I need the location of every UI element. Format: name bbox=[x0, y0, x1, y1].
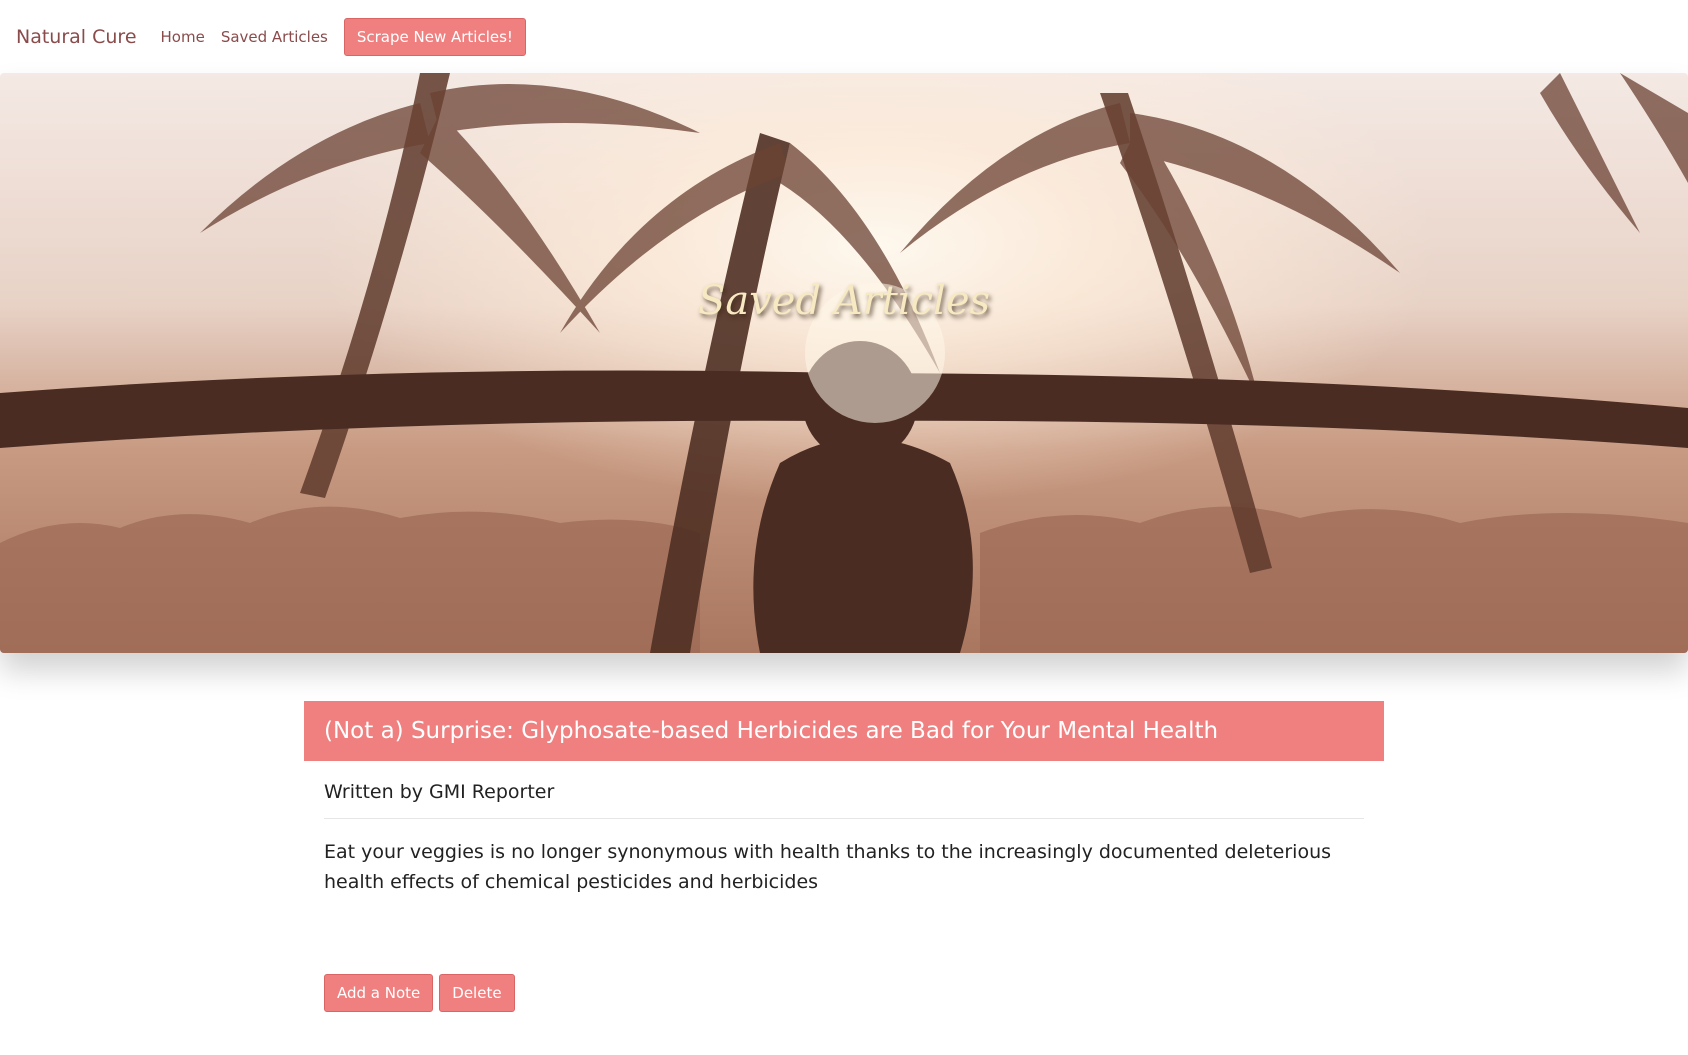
brand-link[interactable]: Natural Cure bbox=[16, 26, 137, 48]
hero-background-image bbox=[0, 73, 1688, 653]
add-note-button[interactable]: Add a Note bbox=[324, 974, 434, 1012]
article-actions: Add a Note Delete bbox=[324, 974, 515, 1012]
hero-banner: Saved Articles bbox=[0, 73, 1688, 653]
nav-link-saved-articles[interactable]: Saved Articles bbox=[221, 28, 328, 46]
delete-button[interactable]: Delete bbox=[439, 974, 515, 1012]
scrape-new-articles-button[interactable]: Scrape New Articles! bbox=[343, 17, 526, 56]
article-body: Written by GMI Reporter Eat your veggies… bbox=[304, 761, 1384, 897]
article-title[interactable]: (Not a) Surprise: Glyphosate-based Herbi… bbox=[304, 701, 1384, 761]
nav-link-home[interactable]: Home bbox=[161, 28, 205, 46]
article-summary: Eat your veggies is no longer synonymous… bbox=[324, 841, 1332, 893]
saved-article-card: (Not a) Surprise: Glyphosate-based Herbi… bbox=[304, 701, 1384, 897]
article-author: Written by GMI Reporter bbox=[324, 761, 1364, 819]
navbar: Natural Cure Home Saved Articles Scrape … bbox=[0, 0, 1688, 73]
hero-title: Saved Articles bbox=[697, 278, 991, 324]
